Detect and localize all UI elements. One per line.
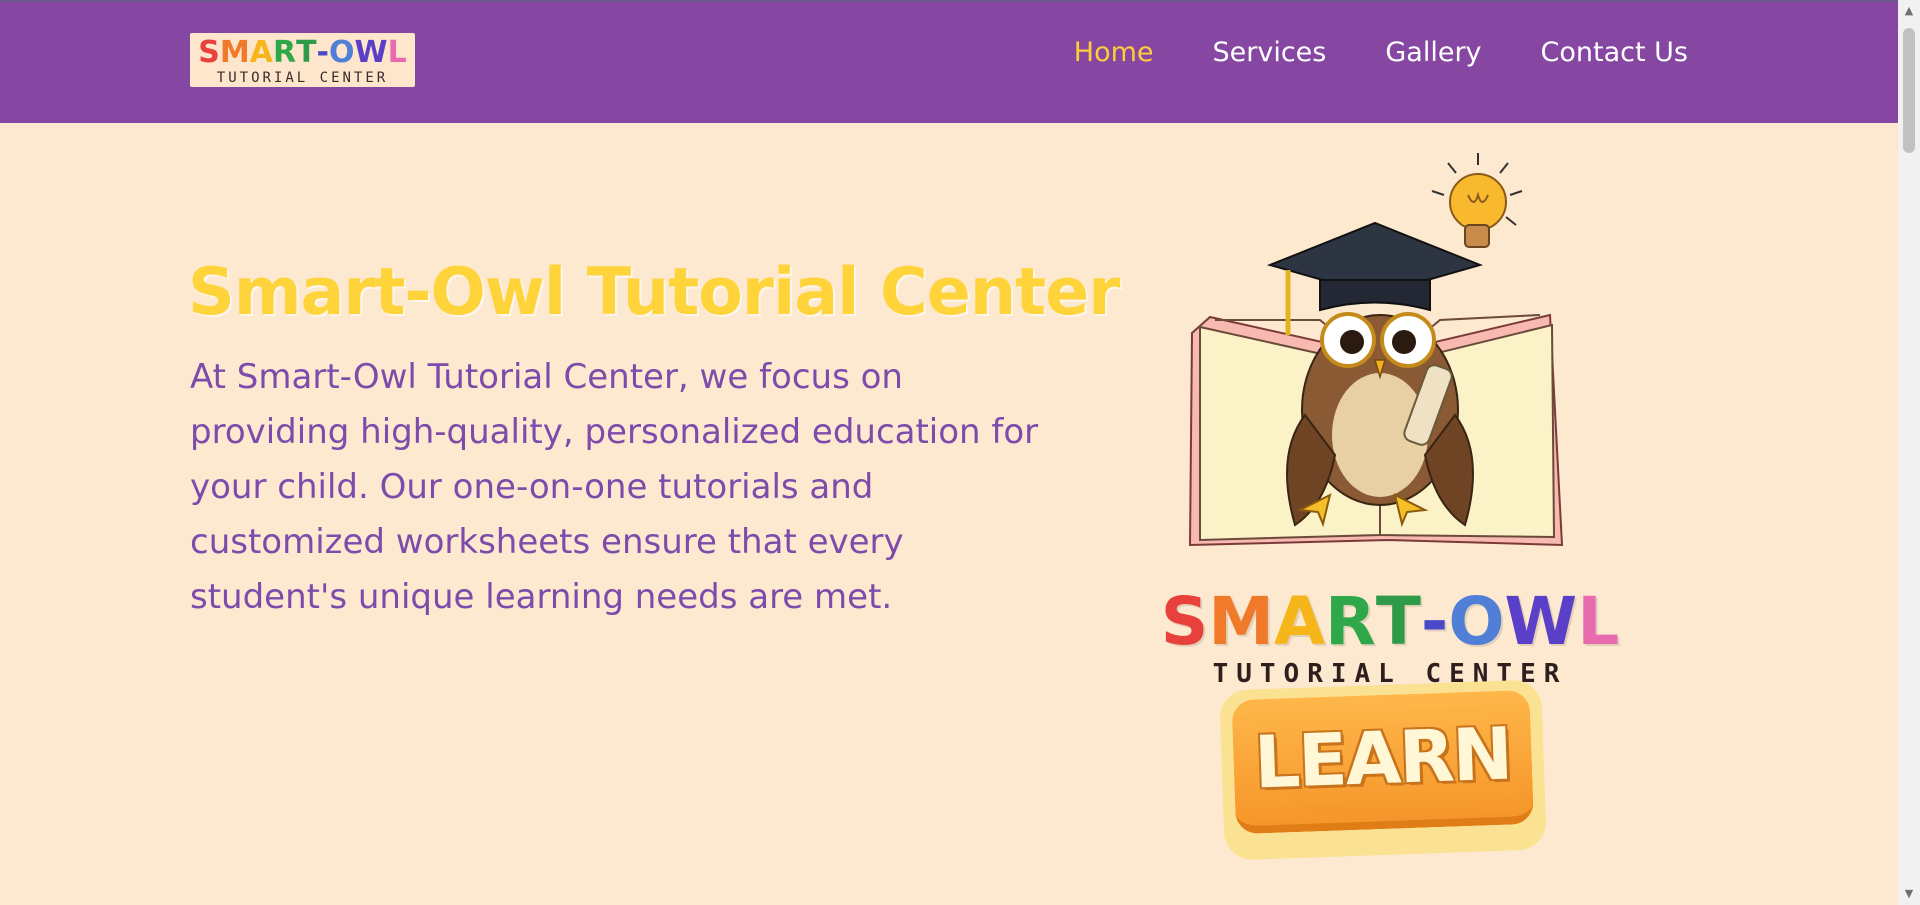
hero-brand-logo: SMART-OWL TUTORIAL CENTER — [1161, 583, 1620, 690]
brand-logo[interactable]: SMART-OWL TUTORIAL CENTER — [190, 33, 415, 87]
brand-letter: T — [1375, 583, 1421, 660]
nav-services[interactable]: Services — [1213, 37, 1327, 68]
owl-graduate-illustration — [1188, 153, 1564, 547]
hero-title: Smart-Owl Tutorial Center — [188, 255, 1120, 330]
learn-button-face: LEARN — [1231, 689, 1534, 835]
brand-letter: L — [1577, 583, 1620, 660]
scrollbar[interactable]: ▲ ▼ — [1898, 0, 1920, 905]
brand-letter: A — [249, 35, 273, 70]
scroll-up-arrow-icon[interactable]: ▲ — [1898, 0, 1920, 22]
brand-letter: T — [296, 35, 317, 70]
learn-button[interactable]: LEARN — [1219, 679, 1547, 861]
scrollbar-thumb[interactable] — [1903, 28, 1915, 153]
nav-contact-us[interactable]: Contact Us — [1541, 37, 1688, 68]
brand-logo-word: SMART-OWL — [190, 36, 415, 70]
brand-letter: M — [1208, 583, 1274, 660]
hero-illustration: SMART-OWL TUTORIAL CENTER LEARN — [1161, 145, 1620, 865]
brand-letter: - — [316, 35, 329, 70]
learn-button-label: LEARN — [1252, 711, 1513, 805]
brand-letter: M — [219, 35, 250, 70]
main-nav: Home Services Gallery Contact Us — [1074, 2, 1688, 103]
brand-letter: A — [1273, 583, 1326, 660]
lightbulb-icon — [1431, 153, 1523, 248]
hero-description: At Smart-Owl Tutorial Center, we focus o… — [190, 357, 1039, 617]
nav-home[interactable]: Home — [1074, 37, 1154, 68]
brand-letter: R — [272, 35, 297, 70]
brand-letter: W — [354, 35, 388, 70]
brand-letter: O — [328, 35, 355, 70]
hero-brand-word: SMART-OWL — [1161, 583, 1620, 660]
brand-logo-subtitle: TUTORIAL CENTER — [216, 70, 389, 86]
top-navbar: SMART-OWL TUTORIAL CENTER Home Services … — [0, 0, 1898, 123]
brand-letter: - — [1420, 583, 1449, 660]
brand-letter: L — [387, 35, 407, 70]
brand-letter: S — [1160, 583, 1209, 660]
brand-letter: S — [198, 35, 220, 70]
scroll-down-arrow-icon[interactable]: ▼ — [1898, 883, 1920, 905]
nav-gallery[interactable]: Gallery — [1385, 37, 1481, 68]
brand-letter: O — [1448, 583, 1505, 660]
brand-letter: R — [1325, 583, 1376, 660]
brand-letter: W — [1504, 583, 1578, 660]
